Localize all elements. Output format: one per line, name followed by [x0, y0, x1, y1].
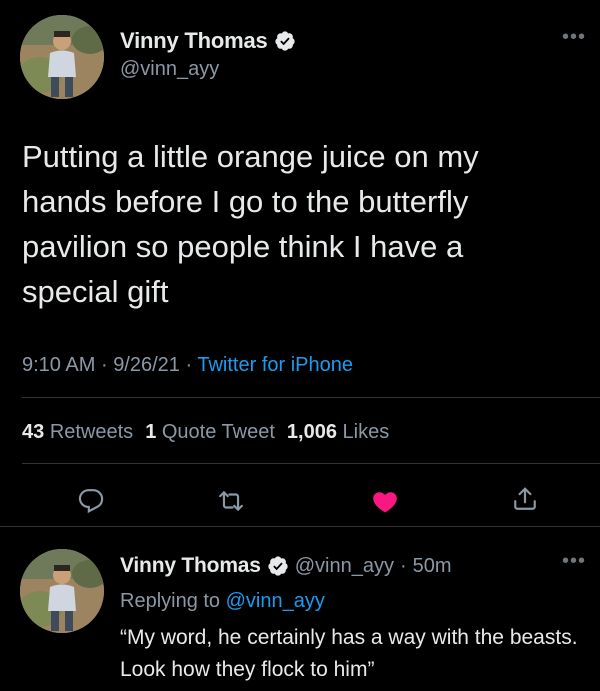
tweet-text: Putting a little orange juice on my hand… — [22, 139, 479, 309]
display-name[interactable]: Vinny Thomas — [120, 28, 268, 54]
more-icon[interactable]: ••• — [562, 551, 586, 571]
handle[interactable]: @vinn_ayy — [120, 58, 296, 81]
likes-label: Likes — [342, 421, 390, 443]
replying-to: Replying to @vinn_ayy — [120, 590, 325, 613]
divider — [22, 463, 600, 464]
meta-separator: · — [400, 554, 407, 577]
likes-count: 1,006 — [286, 421, 337, 443]
engagement-stats: 43 Retweets 1 Quote Tweet 1,006 Likes — [22, 421, 389, 444]
retweets-stat[interactable]: 43 Retweets — [22, 421, 133, 443]
display-name-row: Vinny Thomas — [120, 28, 296, 54]
handle[interactable]: @vinn_ayy — [295, 555, 394, 578]
avatar[interactable] — [20, 549, 104, 633]
share-icon[interactable] — [512, 486, 538, 512]
more-icon[interactable]: ••• — [562, 27, 586, 47]
avatar[interactable] — [20, 15, 104, 99]
verified-badge-icon — [274, 30, 296, 52]
tweet-meta: 9:10 AM · 9/26/21 · Twitter for iPhone — [22, 354, 353, 377]
reply-age[interactable]: 50m — [413, 555, 452, 578]
replying-to-mention[interactable]: @vinn_ayy — [226, 590, 325, 612]
likes-stat[interactable]: 1,006 Likes — [287, 421, 389, 443]
retweets-count: 43 — [22, 421, 45, 443]
tweet-source[interactable]: Twitter for iPhone — [197, 354, 353, 376]
verified-badge-icon — [267, 555, 289, 577]
divider — [0, 526, 600, 527]
author-block: Vinny Thomas @vinn_ayy — [120, 28, 296, 81]
quotes-label: Quote Tweet — [161, 421, 275, 443]
retweet-icon[interactable] — [218, 488, 244, 514]
divider — [22, 397, 600, 398]
reply-icon[interactable] — [78, 488, 104, 514]
display-name[interactable]: Vinny Thomas — [120, 554, 261, 578]
replying-to-label: Replying to — [120, 590, 221, 612]
reply-header: Vinny Thomas @vinn_ayy · 50m — [120, 554, 452, 578]
reply-text: “My word, he certainly has a way with th… — [120, 626, 578, 681]
main-tweet: Vinny Thomas @vinn_ayy ••• Putting a lit… — [0, 0, 600, 527]
heart-icon[interactable] — [372, 489, 398, 515]
retweets-label: Retweets — [49, 421, 134, 443]
tweet-time[interactable]: 9:10 AM — [22, 354, 95, 376]
quotes-stat[interactable]: 1 Quote Tweet — [145, 421, 275, 443]
meta-separator: · — [100, 354, 108, 376]
tweet-date[interactable]: 9/26/21 — [113, 354, 180, 376]
quotes-count: 1 — [145, 421, 157, 443]
meta-separator: · — [185, 354, 193, 376]
